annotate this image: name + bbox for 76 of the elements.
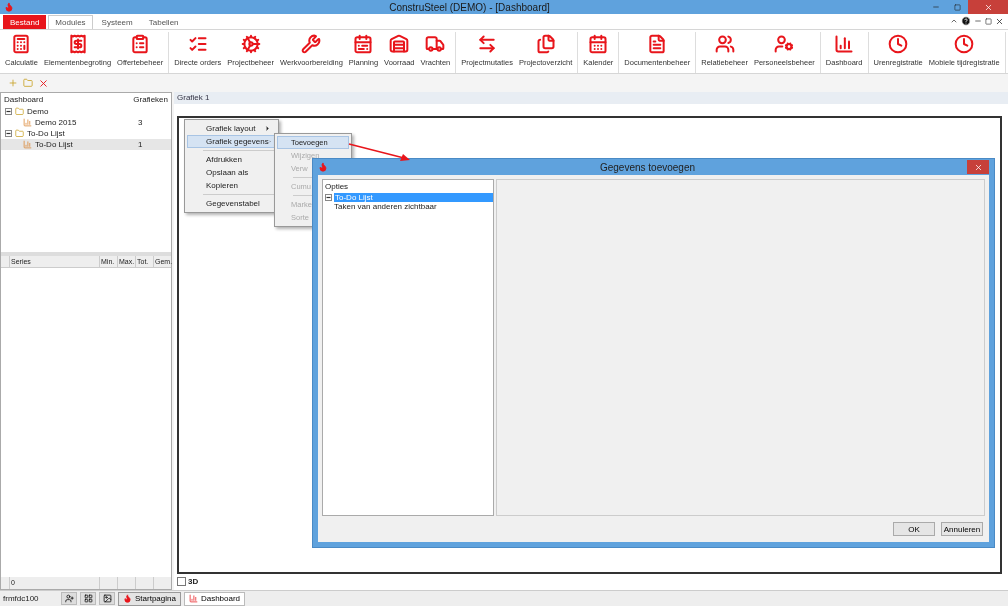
chart-tab[interactable]: Grafiek 1 [174, 92, 1008, 104]
list-icon [187, 34, 208, 54]
menu-item[interactable]: Grafiek gegevens [187, 135, 276, 148]
dialog-title: Gegevens toevoegen [598, 161, 697, 173]
tree-label: Demo 2015 [35, 118, 78, 127]
delete-icon[interactable] [38, 77, 49, 89]
clipboard-icon [130, 34, 151, 54]
bar-chart-icon [834, 34, 855, 54]
folder-icon [15, 107, 24, 116]
user-add-button[interactable] [61, 592, 77, 605]
column-header: Dashboard [4, 95, 44, 104]
clock-icon [888, 34, 909, 54]
restore-icon[interactable] [985, 17, 992, 25]
gear-icon [240, 34, 261, 54]
calendar-icon [588, 34, 609, 54]
tree-item[interactable]: To-Do Lijst [1, 128, 171, 139]
clock-icon [954, 34, 975, 54]
app-logo-icon [4, 2, 14, 12]
checkbox-label: 3D [188, 577, 199, 586]
document-icon [647, 34, 668, 54]
app-logo-icon [123, 594, 132, 603]
menu-item[interactable]: Opslaan als [187, 166, 276, 179]
arrows-icon [477, 34, 498, 54]
menu-tab[interactable]: Modules [48, 15, 93, 29]
menu-tab[interactable]: Tabellen [141, 15, 186, 29]
window-tab[interactable]: Dashboard [183, 591, 246, 606]
menu-tab[interactable]: Systeem [94, 15, 140, 29]
wrench-icon [301, 34, 322, 54]
person-gear-icon [774, 34, 795, 54]
window-title: ConstruSteel (DEMO) - [Dashboard] [388, 1, 551, 13]
menu-item[interactable]: Afdrukken [187, 153, 276, 166]
tree-item[interactable]: To-Do Lijst 1 [1, 139, 171, 150]
menu-item[interactable]: Grafiek layout [187, 122, 276, 135]
restore-icon[interactable] [954, 3, 961, 11]
collapse-icon[interactable] [5, 108, 12, 115]
tree-item[interactable]: Demo [1, 106, 171, 117]
documents-icon [535, 34, 556, 54]
warehouse-icon [389, 34, 410, 54]
checkbox[interactable] [177, 577, 186, 586]
collapse-ribbon-icon[interactable] [950, 17, 958, 25]
collapse-icon[interactable] [5, 130, 12, 137]
grid-button[interactable] [80, 592, 96, 605]
close-icon [983, 2, 993, 12]
bar-chart-icon [188, 594, 198, 603]
collapse-icon[interactable] [325, 194, 332, 201]
count-text: 1 [138, 140, 144, 149]
close-icon[interactable] [995, 16, 1004, 26]
file-menu-tab[interactable]: Bestand [3, 15, 47, 29]
arrow [348, 143, 410, 161]
panel-header: Opties [324, 181, 350, 193]
tree-label: To-Do Lijst [27, 129, 66, 138]
close-button[interactable] [967, 160, 989, 174]
tree-label: To-Do Lijst [35, 140, 74, 149]
truck-icon [425, 34, 446, 54]
folder-icon [15, 129, 24, 138]
chart-icon [23, 140, 32, 149]
tree-label: Demo [27, 107, 50, 116]
calculator-icon [11, 34, 32, 54]
form-name: frmfdc100 [3, 594, 40, 603]
receipt-icon [67, 34, 88, 54]
tree-item[interactable]: Demo 2015 3 [1, 117, 171, 128]
schedule-icon [353, 34, 374, 54]
close-icon [973, 162, 983, 172]
app-logo-icon [318, 162, 328, 172]
menu-item[interactable]: Gegevenstabel [187, 197, 276, 210]
chart-icon [23, 118, 32, 127]
people-icon [714, 34, 735, 54]
window-tab[interactable]: Startpagina [118, 591, 181, 606]
image-button[interactable] [99, 592, 115, 605]
count-text: 3 [138, 118, 144, 127]
option-item[interactable]: Taken van anderen zichtbaar [333, 202, 438, 211]
column-header: Grafieken [133, 95, 168, 104]
dialog-button[interactable]: OK [893, 522, 935, 536]
help-icon[interactable] [961, 16, 971, 26]
dialog-button[interactable]: Annuleren [941, 522, 983, 536]
menu-item[interactable]: Kopieren [187, 179, 276, 192]
